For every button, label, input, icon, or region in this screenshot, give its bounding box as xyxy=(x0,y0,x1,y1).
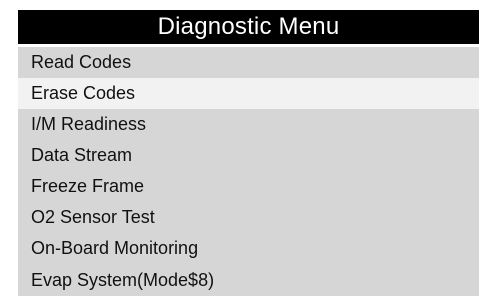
menu-item-label: Read Codes xyxy=(31,52,132,72)
menu-item-label: Data Stream xyxy=(31,145,133,165)
menu-item-label: Erase Codes xyxy=(31,83,136,103)
menu-item-label: On-Board Monitoring xyxy=(31,238,199,258)
menu-item-label: Evap System(Mode$8) xyxy=(31,269,215,290)
menu-item-data-stream[interactable]: Data Stream xyxy=(18,140,479,171)
menu-item-read-codes[interactable]: Read Codes xyxy=(18,47,479,78)
diagnostic-screen: Diagnostic Menu Read Codes Erase Codes I… xyxy=(0,0,483,297)
menu-item-erase-codes[interactable]: Erase Codes xyxy=(18,78,479,109)
page-title: Diagnostic Menu xyxy=(157,13,340,40)
menu-item-o2-sensor-test[interactable]: O2 Sensor Test xyxy=(18,202,479,233)
menu-item-evap-system[interactable]: Evap System(Mode$8) xyxy=(18,264,479,296)
menu-item-label: Freeze Frame xyxy=(31,176,145,196)
menu-item-freeze-frame[interactable]: Freeze Frame xyxy=(18,171,479,202)
menu-item-label: I/M Readiness xyxy=(31,114,147,134)
menu-item-label: O2 Sensor Test xyxy=(31,207,155,227)
title-bar: Diagnostic Menu xyxy=(18,10,479,44)
diagnostic-menu: Read Codes Erase Codes I/M Readiness Dat… xyxy=(18,47,479,296)
menu-item-im-readiness[interactable]: I/M Readiness xyxy=(18,109,479,140)
menu-item-on-board-monitoring[interactable]: On-Board Monitoring xyxy=(18,233,479,264)
